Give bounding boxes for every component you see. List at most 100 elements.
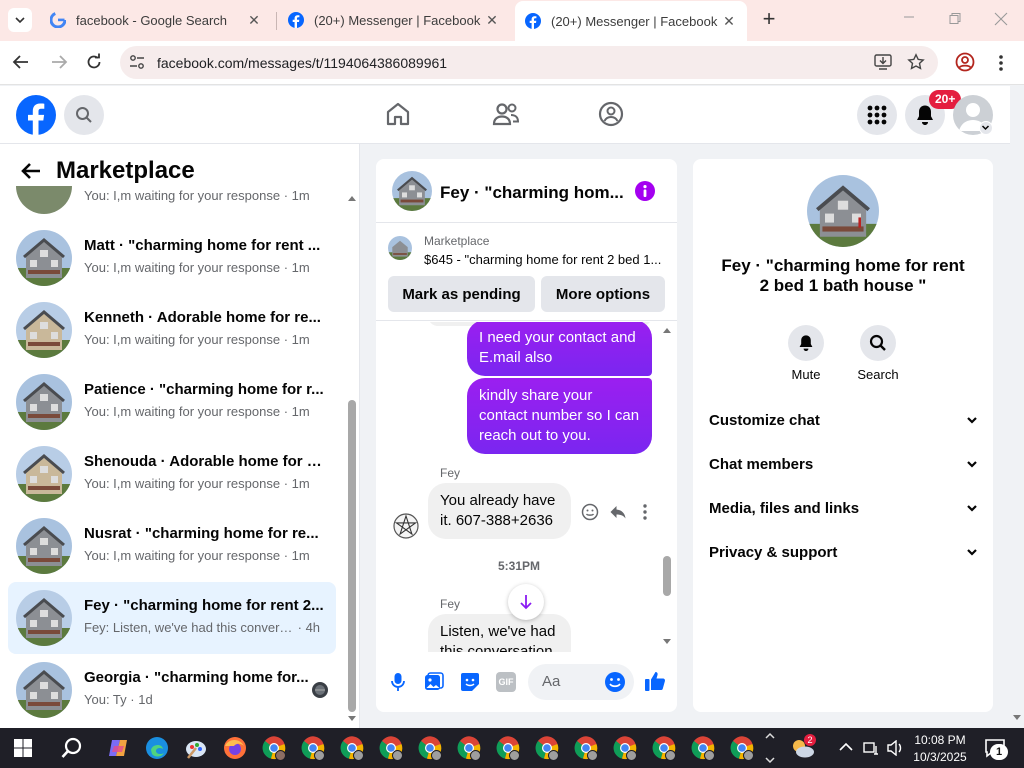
taskbar-search-button[interactable] xyxy=(61,737,83,759)
account-chevron[interactable] xyxy=(979,121,993,135)
chat-avatar[interactable] xyxy=(392,171,432,211)
forward-button[interactable] xyxy=(50,53,68,71)
sticker-button[interactable] xyxy=(460,672,480,692)
start-button[interactable] xyxy=(14,739,32,757)
chat-info-panel: Fey · "charming home for rent 2 bed 1 ba… xyxy=(693,159,993,712)
site-info-icon[interactable] xyxy=(128,54,146,70)
chrome-taskbar-icon[interactable] xyxy=(457,736,481,761)
thread-scrollbar[interactable] xyxy=(662,324,672,650)
taskbar-overflow-chevron[interactable] xyxy=(764,730,776,766)
new-tab-button[interactable]: + xyxy=(758,8,780,32)
chrome-taskbar-icon[interactable] xyxy=(496,736,520,761)
chat-info-button[interactable] xyxy=(635,181,655,201)
chrome-taskbar-icon[interactable] xyxy=(730,736,754,761)
conversation-item[interactable]: Georgia · "charming home for... You: Ty ·… xyxy=(8,654,336,726)
chrome-taskbar-icon[interactable] xyxy=(574,736,598,761)
edge-icon[interactable] xyxy=(145,736,169,760)
nav-friends[interactable] xyxy=(492,101,520,127)
avatar xyxy=(16,230,72,286)
firefox-icon[interactable] xyxy=(223,736,247,760)
browser-tab-2[interactable]: (20+) Messenger | Facebook ✕ xyxy=(278,0,510,40)
browser-tab-1[interactable]: facebook - Google Search ✕ xyxy=(40,0,272,40)
conversation-item[interactable]: Shenouda · Adorable home for r... You: I,… xyxy=(8,438,336,510)
clock[interactable]: 10:08 PM 10/3/2025 xyxy=(910,732,970,766)
restore-button[interactable] xyxy=(948,12,962,26)
bookmark-star-icon[interactable] xyxy=(907,53,925,71)
page-scrollbar[interactable] xyxy=(1010,86,1024,728)
fb-search-button[interactable] xyxy=(64,95,104,135)
reply-button[interactable] xyxy=(609,503,627,521)
nav-home[interactable] xyxy=(385,101,411,127)
copilot-icon[interactable] xyxy=(106,736,130,760)
emoji-icon[interactable] xyxy=(604,671,626,693)
paint-icon[interactable] xyxy=(184,736,208,760)
conversation-time: 1d xyxy=(138,692,153,707)
read-receipt-avatar xyxy=(312,682,328,698)
browser-menu-icon[interactable] xyxy=(998,54,1004,72)
chrome-taskbar-icon[interactable] xyxy=(613,736,637,761)
accordion-customize-chat[interactable]: Customize chat xyxy=(709,405,979,435)
volume-icon[interactable] xyxy=(886,740,904,756)
accordion-media-files-links[interactable]: Media, files and links xyxy=(709,493,979,523)
listing-banner[interactable]: Marketplace $645 - "charming home for re… xyxy=(376,224,677,321)
accordion-privacy-support[interactable]: Privacy & support xyxy=(709,537,979,567)
conversation-item[interactable]: Patience · "charming home for r... You: I… xyxy=(8,366,336,438)
menu-button[interactable] xyxy=(857,95,897,135)
back-arrow-button[interactable] xyxy=(20,160,42,182)
message-bubble-incoming[interactable]: Listen, we've had this conversation xyxy=(428,614,571,652)
minimize-button[interactable] xyxy=(902,10,916,24)
url-text[interactable]: facebook.com/messages/t/1194064386089961 xyxy=(157,55,447,71)
scroll-down-icon xyxy=(348,716,356,721)
mark-pending-button[interactable]: Mark as pending xyxy=(388,276,535,312)
conversation-item[interactable]: Kenneth · Adorable home for re... You: I,… xyxy=(8,294,336,366)
house-photo xyxy=(807,175,879,247)
accordion-chat-members[interactable]: Chat members xyxy=(709,449,979,479)
network-icon[interactable] xyxy=(862,740,880,756)
message-more-button[interactable] xyxy=(642,503,648,521)
chrome-taskbar-icon[interactable] xyxy=(262,736,286,761)
browser-tab-3[interactable]: (20+) Messenger | Facebook ✕ xyxy=(515,1,747,41)
tab-search-button[interactable] xyxy=(8,8,32,32)
mute-button[interactable]: Mute xyxy=(781,325,831,382)
chrome-taskbar-icon[interactable] xyxy=(301,736,325,761)
back-button[interactable] xyxy=(12,53,30,71)
nav-groups[interactable] xyxy=(598,101,624,127)
message-input[interactable]: Aa xyxy=(528,664,634,700)
voice-clip-button[interactable] xyxy=(390,672,406,692)
message-bubble-outgoing[interactable]: I need your contact and E.mail also xyxy=(467,322,652,376)
scroll-to-bottom-button[interactable] xyxy=(508,584,544,620)
chrome-taskbar-icon[interactable] xyxy=(340,736,364,761)
chrome-taskbar-icon[interactable] xyxy=(379,736,403,761)
attach-image-button[interactable] xyxy=(424,672,444,692)
sidebar-scrollbar[interactable] xyxy=(347,190,357,725)
chrome-taskbar-icon[interactable] xyxy=(418,736,442,761)
scrollbar-thumb[interactable] xyxy=(663,556,671,596)
more-options-button[interactable]: More options xyxy=(541,276,665,312)
conversation-item-partial[interactable]: You: I,m waiting for your response · 1m xyxy=(8,186,336,222)
window-close-button[interactable] xyxy=(994,12,1008,26)
close-icon[interactable]: ✕ xyxy=(721,13,737,30)
gif-button[interactable]: GIF xyxy=(496,672,516,692)
chrome-taskbar-icon[interactable] xyxy=(652,736,676,761)
show-hidden-icons[interactable] xyxy=(838,740,854,754)
conversation-item[interactable]: Matt · "charming home for rent ... You: I… xyxy=(8,222,336,294)
reload-button[interactable] xyxy=(85,53,103,71)
install-app-icon[interactable] xyxy=(874,54,892,70)
conversation-item[interactable]: Nusrat · "charming home for re... You: I,… xyxy=(8,510,336,582)
message-bubble-outgoing[interactable]: kindly share your contact number so I ca… xyxy=(467,378,652,454)
conversation-item[interactable]: Fey · "charming home for rent 2... Fey: L… xyxy=(8,582,336,654)
chrome-taskbar-icon[interactable] xyxy=(691,736,715,761)
avatar xyxy=(16,446,72,502)
profile-icon[interactable] xyxy=(955,52,975,72)
close-icon[interactable]: ✕ xyxy=(484,12,500,29)
facebook-logo[interactable] xyxy=(16,95,56,135)
close-icon[interactable]: ✕ xyxy=(246,12,262,29)
like-button[interactable] xyxy=(644,670,666,692)
chrome-taskbar-icon[interactable] xyxy=(535,736,559,761)
chat-title[interactable]: Fey · "charming hom... xyxy=(440,183,630,203)
react-button[interactable] xyxy=(581,503,599,521)
listing-label: Marketplace xyxy=(424,234,490,248)
search-in-chat-button[interactable]: Search xyxy=(852,325,904,382)
scrollbar-thumb[interactable] xyxy=(348,400,356,712)
message-bubble-incoming[interactable]: You already have it. 607-388+2636 xyxy=(428,483,571,539)
